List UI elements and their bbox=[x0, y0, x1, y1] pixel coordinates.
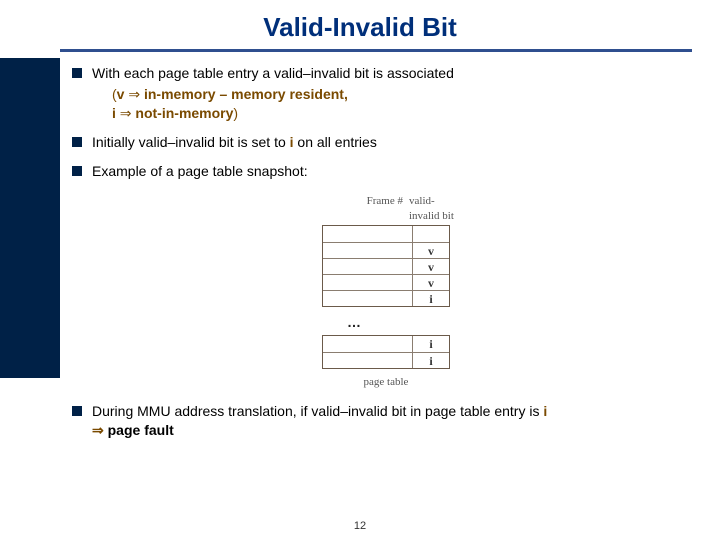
b1-lead: With each page table entry a valid–inval… bbox=[92, 65, 454, 81]
hdr-bit: valid-invalid bit bbox=[407, 194, 457, 224]
b2a: Initially valid–invalid bit is set to bbox=[92, 134, 290, 150]
ellipsis: … bbox=[72, 313, 700, 332]
b1-3d: ) bbox=[233, 105, 238, 121]
b3: Example of a page table snapshot: bbox=[92, 163, 308, 179]
bullet-4: During MMU address translation, if valid… bbox=[72, 402, 700, 440]
page-table-bottom: i i bbox=[322, 335, 450, 369]
b4a: During MMU address translation, if valid… bbox=[92, 403, 543, 419]
left-sidebar-block bbox=[0, 58, 60, 378]
diagram-caption: page table bbox=[72, 375, 700, 390]
table-row: v bbox=[323, 242, 449, 258]
slide-title: Valid-Invalid Bit bbox=[0, 0, 720, 49]
b1-arrow2: ⇒ bbox=[116, 105, 136, 121]
bit-cell: v bbox=[413, 275, 449, 290]
b1-3c: not-in-memory bbox=[135, 105, 233, 121]
b1-line2: (v ⇒ in-memory – memory resident, bbox=[112, 86, 348, 102]
bit-cell: i bbox=[413, 353, 449, 368]
b4-i: i bbox=[543, 403, 547, 419]
diagram-headers: Frame # valid-invalid bit bbox=[315, 194, 457, 224]
content-area: With each page table entry a valid–inval… bbox=[72, 52, 700, 439]
bullet-1: With each page table entry a valid–inval… bbox=[72, 64, 700, 123]
bit-cell: v bbox=[413, 259, 449, 274]
b1-2d: in-memory – memory resident, bbox=[144, 86, 348, 102]
page-table-diagram: Frame # valid-invalid bit v v v i … i i … bbox=[72, 190, 700, 389]
page-table-top: v v v i bbox=[322, 225, 450, 307]
b1-sub: (v ⇒ in-memory – memory resident, i ⇒ no… bbox=[92, 85, 700, 123]
b1-arrow1: ⇒ bbox=[124, 86, 144, 102]
bit-cell: i bbox=[413, 336, 449, 352]
table-row bbox=[323, 226, 449, 242]
table-row: i bbox=[323, 336, 449, 352]
bit-cell: i bbox=[413, 291, 449, 306]
table-row: v bbox=[323, 274, 449, 290]
table-row: i bbox=[323, 352, 449, 368]
bit-cell: v bbox=[413, 243, 449, 258]
hdr-frame: Frame # bbox=[315, 194, 407, 224]
slide-number: 12 bbox=[0, 520, 720, 532]
bullet-3: Example of a page table snapshot: bbox=[72, 162, 700, 181]
bit-cell bbox=[413, 226, 449, 242]
b2c: on all entries bbox=[294, 134, 377, 150]
b4d: page fault bbox=[108, 422, 174, 438]
b1-line3: i ⇒ not-in-memory) bbox=[112, 105, 238, 121]
table-row: i bbox=[323, 290, 449, 306]
b4-arrow: ⇒ bbox=[92, 422, 108, 438]
table-row: v bbox=[323, 258, 449, 274]
bullet-2: Initially valid–invalid bit is set to i … bbox=[72, 133, 700, 152]
